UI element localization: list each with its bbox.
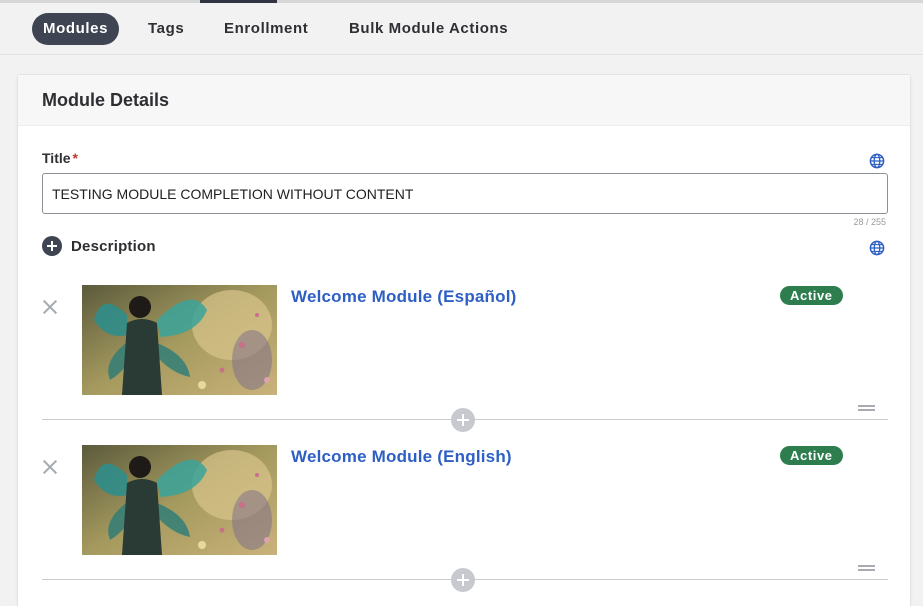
module-link[interactable]: Welcome Module (English) <box>291 447 512 467</box>
panel-header: Module Details <box>18 75 910 126</box>
tab-tags[interactable]: Tags <box>148 13 184 45</box>
description-label: Description <box>71 237 156 255</box>
add-module-button[interactable] <box>451 408 475 432</box>
globe-icon[interactable] <box>869 240 885 256</box>
required-asterisk: * <box>72 150 78 166</box>
status-badge: Active <box>780 446 843 465</box>
add-description-button[interactable]: Description <box>42 235 156 257</box>
close-icon[interactable] <box>42 459 58 475</box>
globe-icon[interactable] <box>869 153 885 169</box>
module-thumbnail[interactable] <box>82 285 277 395</box>
status-badge: Active <box>780 286 843 305</box>
title-char-count: 28 / 255 <box>853 217 886 227</box>
tab-modules[interactable]: Modules <box>32 13 120 45</box>
tab-enrollment[interactable]: Enrollment <box>224 13 308 45</box>
tab-bar: Modules Tags Enrollment Bulk Module Acti… <box>0 3 923 55</box>
tab-bulk-module-actions[interactable]: Bulk Module Actions <box>349 13 508 45</box>
title-field-label: Title * <box>42 150 78 166</box>
module-details-panel: Module Details Title* 28 / 255 Descripti… <box>17 74 911 606</box>
panel-title: Module Details <box>42 90 170 110</box>
title-label-text: Title <box>42 150 71 166</box>
module-item: Welcome Module (English) Active <box>42 445 888 592</box>
module-item: Welcome Module (Español) Active <box>42 285 888 432</box>
module-thumbnail[interactable] <box>82 445 277 555</box>
close-icon[interactable] <box>42 299 58 315</box>
title-input[interactable] <box>42 173 888 214</box>
drag-handle-icon[interactable] <box>858 565 875 571</box>
drag-handle-icon[interactable] <box>858 405 875 411</box>
add-module-button[interactable] <box>451 568 475 592</box>
plus-circle-icon <box>42 236 62 256</box>
module-link[interactable]: Welcome Module (Español) <box>291 287 517 307</box>
